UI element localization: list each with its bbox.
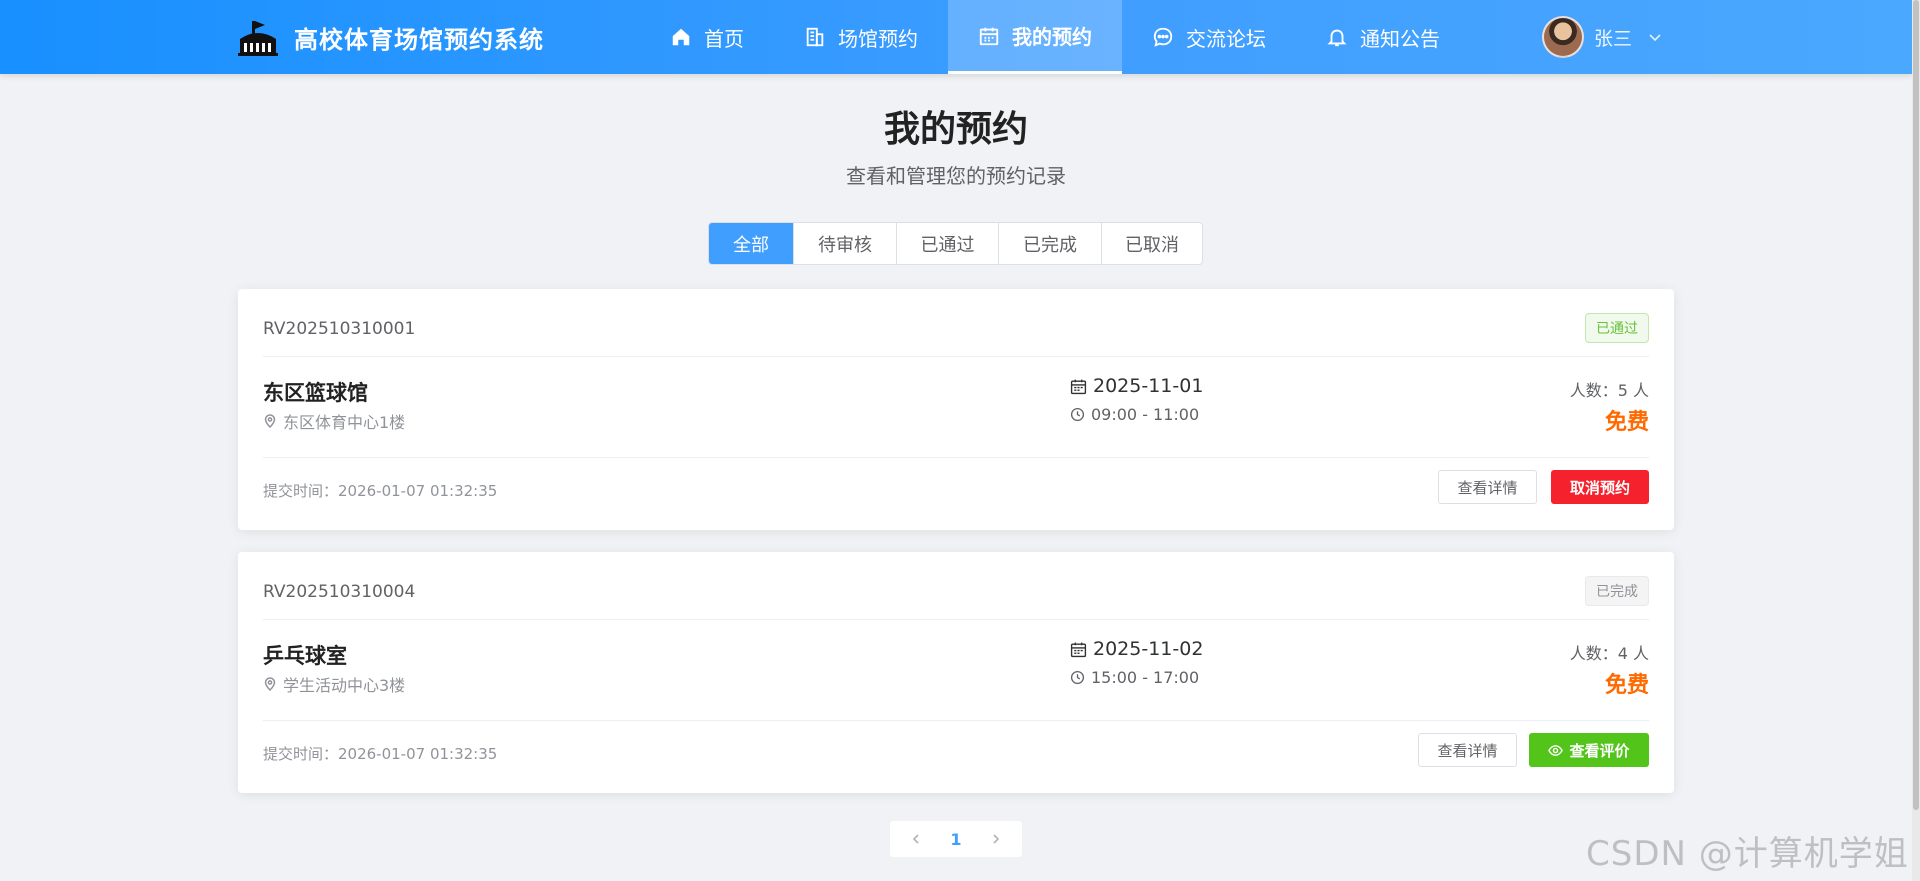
user-menu[interactable]: 张三 — [1542, 16, 1662, 58]
submit-time: 提交时间：2026-01-07 01:32:35 — [263, 482, 498, 500]
location-pin-icon — [264, 414, 276, 428]
calendar-icon — [979, 27, 999, 45]
page-title: 我的预约 — [883, 109, 1028, 150]
bell-icon — [1327, 29, 1347, 47]
divider — [263, 356, 1649, 357]
location-pin-icon — [264, 677, 276, 691]
people-count: 人数：4 人 — [1569, 644, 1649, 663]
watermark: CSDN @计算机学姐 — [1586, 834, 1909, 874]
clock-icon — [1070, 407, 1085, 422]
calendar-icon — [1070, 379, 1087, 394]
venue-address: 学生活动中心3楼 — [263, 672, 405, 696]
prev-page-button[interactable] — [902, 825, 930, 853]
next-page-button[interactable] — [982, 825, 1010, 853]
reservation-date-text: 2025-11-01 — [1093, 375, 1204, 397]
user-name: 张三 — [1594, 27, 1633, 50]
nav-home-label: 首页 — [704, 26, 744, 51]
brand[interactable]: 高校体育场馆预约系统 — [236, 17, 544, 57]
reservation-card: RV202510310004 已完成 乒乓球室 学生活动中心3楼 2025-11… — [238, 552, 1674, 793]
clock-icon — [1070, 670, 1085, 685]
status-badge: 已完成 — [1585, 576, 1649, 606]
nav-venue-booking[interactable]: 场馆预约 — [774, 0, 948, 74]
app-title: 高校体育场馆预约系统 — [294, 25, 544, 54]
venue-address-text: 学生活动中心3楼 — [283, 676, 406, 695]
page-number[interactable]: 1 — [950, 830, 961, 849]
chevron-left-icon — [912, 834, 919, 844]
divider — [263, 619, 1649, 620]
tab-pending[interactable]: 待审核 — [794, 223, 897, 264]
avatar[interactable] — [1542, 16, 1584, 58]
price: 免费 — [1604, 673, 1649, 698]
nav-my-reservations-label: 我的预约 — [1012, 25, 1092, 49]
nav-announcements-label: 通知公告 — [1360, 26, 1440, 51]
people-count: 人数：5 人 — [1569, 381, 1649, 400]
top-navbar: 高校体育场馆预约系统 首页 场馆预约 我的预约 交流论坛 通知公告 张三 — [0, 0, 1912, 74]
nav-venue-booking-label: 场馆预约 — [838, 26, 918, 51]
divider — [263, 720, 1649, 721]
tab-approved[interactable]: 已通过 — [897, 223, 999, 264]
chevron-down-icon — [1649, 34, 1661, 42]
nav-announcements[interactable]: 通知公告 — [1296, 0, 1470, 74]
reservation-time: 15:00 - 17:00 — [1070, 668, 1199, 687]
venue-name: 乒乓球室 — [263, 644, 347, 668]
venue-address-text: 东区体育中心1楼 — [283, 413, 406, 432]
submit-time: 提交时间：2026-01-07 01:32:35 — [263, 745, 498, 763]
tab-all[interactable]: 全部 — [709, 223, 794, 264]
reservation-date-text: 2025-11-02 — [1093, 638, 1204, 660]
reservation-date: 2025-11-02 — [1070, 638, 1203, 660]
reservation-time-text: 09:00 - 11:00 — [1091, 405, 1200, 424]
main-nav: 首页 场馆预约 我的预约 交流论坛 通知公告 — [640, 0, 1470, 74]
reservation-time-text: 15:00 - 17:00 — [1091, 668, 1200, 687]
reservation-date: 2025-11-01 — [1070, 375, 1203, 397]
reservation-number: RV202510310001 — [263, 319, 416, 339]
venue-address: 东区体育中心1楼 — [263, 409, 405, 433]
view-details-button[interactable]: 查看详情 — [1438, 470, 1537, 504]
chevron-right-icon — [993, 834, 1000, 844]
nav-my-reservations[interactable]: 我的预约 — [948, 0, 1122, 74]
cancel-reservation-button[interactable]: 取消预约 — [1551, 470, 1649, 504]
nav-forum-label: 交流论坛 — [1186, 26, 1266, 51]
building-icon — [806, 27, 824, 47]
view-details-button[interactable]: 查看详情 — [1418, 733, 1517, 767]
stadium-logo-icon — [238, 21, 278, 56]
reservation-time: 09:00 - 11:00 — [1070, 405, 1199, 424]
view-review-button[interactable]: 查看评价 — [1529, 733, 1649, 767]
nav-home[interactable]: 首页 — [640, 0, 774, 74]
status-filter-tabs: 全部 待审核 已通过 已完成 已取消 — [708, 222, 1203, 265]
eye-icon — [1548, 744, 1564, 756]
calendar-icon — [1070, 642, 1087, 657]
venue-name: 东区篮球馆 — [263, 381, 368, 405]
reservation-number: RV202510310004 — [263, 582, 416, 602]
page-subtitle: 查看和管理您的预约记录 — [846, 164, 1066, 188]
price: 免费 — [1604, 410, 1649, 435]
divider — [263, 457, 1649, 458]
tab-completed[interactable]: 已完成 — [999, 223, 1102, 264]
scrollbar-thumb[interactable] — [1913, 0, 1919, 810]
pagination: 1 — [890, 821, 1022, 857]
status-badge: 已通过 — [1585, 313, 1649, 343]
nav-forum[interactable]: 交流论坛 — [1122, 0, 1296, 74]
home-icon — [672, 28, 690, 46]
tab-cancelled[interactable]: 已取消 — [1102, 223, 1202, 264]
chat-icon — [1153, 27, 1173, 47]
reservation-card: RV202510310001 已通过 东区篮球馆 东区体育中心1楼 2025-1… — [238, 289, 1674, 530]
view-review-label: 查看评价 — [1569, 741, 1630, 760]
